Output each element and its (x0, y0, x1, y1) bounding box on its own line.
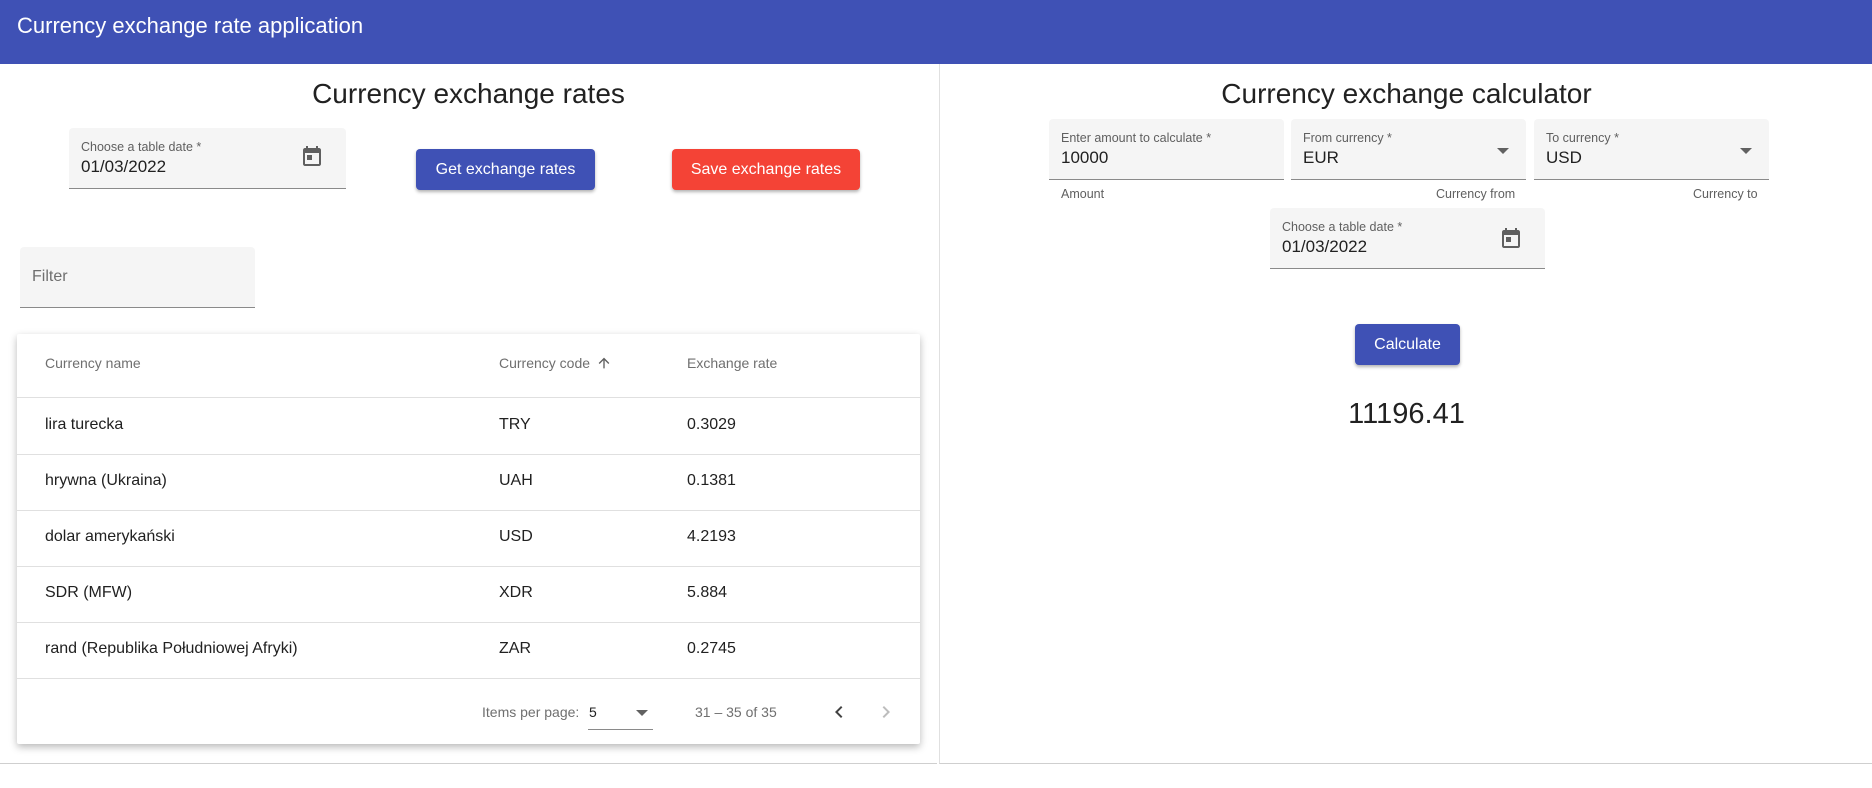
from-currency-select[interactable]: From currency * EUR (1291, 119, 1526, 180)
items-per-page-label: Items per page: (482, 704, 580, 720)
calculation-result: 11196.41 (1348, 398, 1465, 430)
to-currency-select[interactable]: To currency * USD (1534, 119, 1769, 180)
cell-exchange-rate: 5.884 (687, 584, 728, 601)
get-exchange-rates-button[interactable]: Get exchange rates (416, 149, 595, 190)
app-title: Currency exchange rate application (17, 13, 364, 38)
amount-label: Enter amount to calculate * (1061, 131, 1212, 145)
sort-ascending-icon (598, 357, 610, 369)
cell-exchange-rate: 0.2745 (687, 640, 736, 657)
cell-exchange-rate: 4.2193 (687, 528, 736, 545)
cell-currency-name: hrywna (Ukraina) (45, 472, 167, 489)
save-exchange-rates-button[interactable]: Save exchange rates (672, 149, 860, 190)
rates-date-value: 01/03/2022 (81, 157, 167, 176)
from-currency-label: From currency * (1303, 131, 1392, 145)
column-header-exchange-rate[interactable]: Exchange rate (687, 355, 777, 371)
cell-currency-code: ZAR (499, 640, 531, 657)
calendar-icon[interactable] (1499, 226, 1523, 250)
calculator-date-label: Choose a table date * (1282, 220, 1403, 234)
cell-currency-name: SDR (MFW) (45, 584, 133, 601)
table-row: hrywna (Ukraina) UAH 0.1381 (17, 454, 920, 511)
rates-date-field[interactable]: Choose a table date * 01/03/2022 (69, 128, 346, 189)
range-label: 31 – 35 of 35 (695, 704, 777, 720)
filter-input[interactable]: Filter (20, 247, 255, 308)
amount-hint: Amount (1061, 187, 1105, 201)
cell-currency-name: rand (Republika Południowej Afryki) (45, 640, 298, 657)
calculator-date-field[interactable]: Choose a table date * 01/03/2022 (1270, 208, 1545, 269)
previous-page-button[interactable] (827, 700, 851, 724)
table-row: rand (Republika Południowej Afryki) ZAR … (17, 622, 920, 679)
cell-exchange-rate: 0.3029 (687, 416, 736, 433)
from-currency-value: EUR (1303, 148, 1339, 167)
table-row: SDR (MFW) XDR 5.884 (17, 566, 920, 623)
paginator: Items per page: 5 31 – 35 of 35 (17, 680, 920, 744)
next-page-button[interactable] (874, 700, 898, 724)
chevron-down-icon (636, 710, 648, 716)
amount-field[interactable]: Enter amount to calculate * 10000 (1049, 119, 1284, 180)
rates-date-label: Choose a table date * (81, 140, 202, 154)
calendar-icon[interactable] (300, 144, 324, 168)
cell-currency-name: dolar amerykański (45, 528, 175, 545)
table-header: Currency name Currency code Exchange rat… (17, 334, 920, 398)
cell-currency-code: UAH (499, 472, 533, 489)
to-currency-label: To currency * (1546, 131, 1619, 145)
exchange-rates-heading: Currency exchange rates (312, 78, 625, 109)
chevron-down-icon (1740, 148, 1752, 154)
page-size-value: 5 (589, 704, 597, 720)
column-header-currency-code[interactable]: Currency code (499, 355, 610, 371)
calculate-button[interactable]: Calculate (1355, 324, 1460, 365)
exchange-rates-panel: Currency exchange rates Choose a table d… (0, 64, 937, 764)
exchange-rates-table: Currency name Currency code Exchange rat… (17, 334, 920, 744)
cell-currency-name: lira turecka (45, 416, 124, 433)
column-header-currency-code-label: Currency code (499, 355, 591, 371)
to-currency-hint: Currency to (1693, 187, 1758, 201)
chevron-down-icon (1497, 148, 1509, 154)
table-row: dolar amerykański USD 4.2193 (17, 510, 920, 567)
to-currency-value: USD (1546, 148, 1582, 167)
calculator-date-value: 01/03/2022 (1282, 237, 1368, 256)
filter-placeholder: Filter (32, 268, 68, 285)
amount-value: 10000 (1061, 148, 1109, 167)
table-row: lira turecka TRY 0.3029 (17, 398, 920, 455)
cell-currency-code: TRY (499, 416, 531, 433)
cell-exchange-rate: 0.1381 (687, 472, 736, 489)
column-header-currency-name[interactable]: Currency name (45, 355, 141, 371)
app-toolbar: Currency exchange rate application (0, 0, 1872, 64)
exchange-calculator-panel: Currency exchange calculator Enter amoun… (939, 64, 1872, 764)
from-currency-hint: Currency from (1436, 187, 1516, 201)
cell-currency-code: USD (499, 528, 533, 545)
cell-currency-code: XDR (499, 584, 533, 601)
page-size-select[interactable]: 5 (588, 695, 653, 730)
exchange-calculator-heading: Currency exchange calculator (1221, 78, 1592, 109)
